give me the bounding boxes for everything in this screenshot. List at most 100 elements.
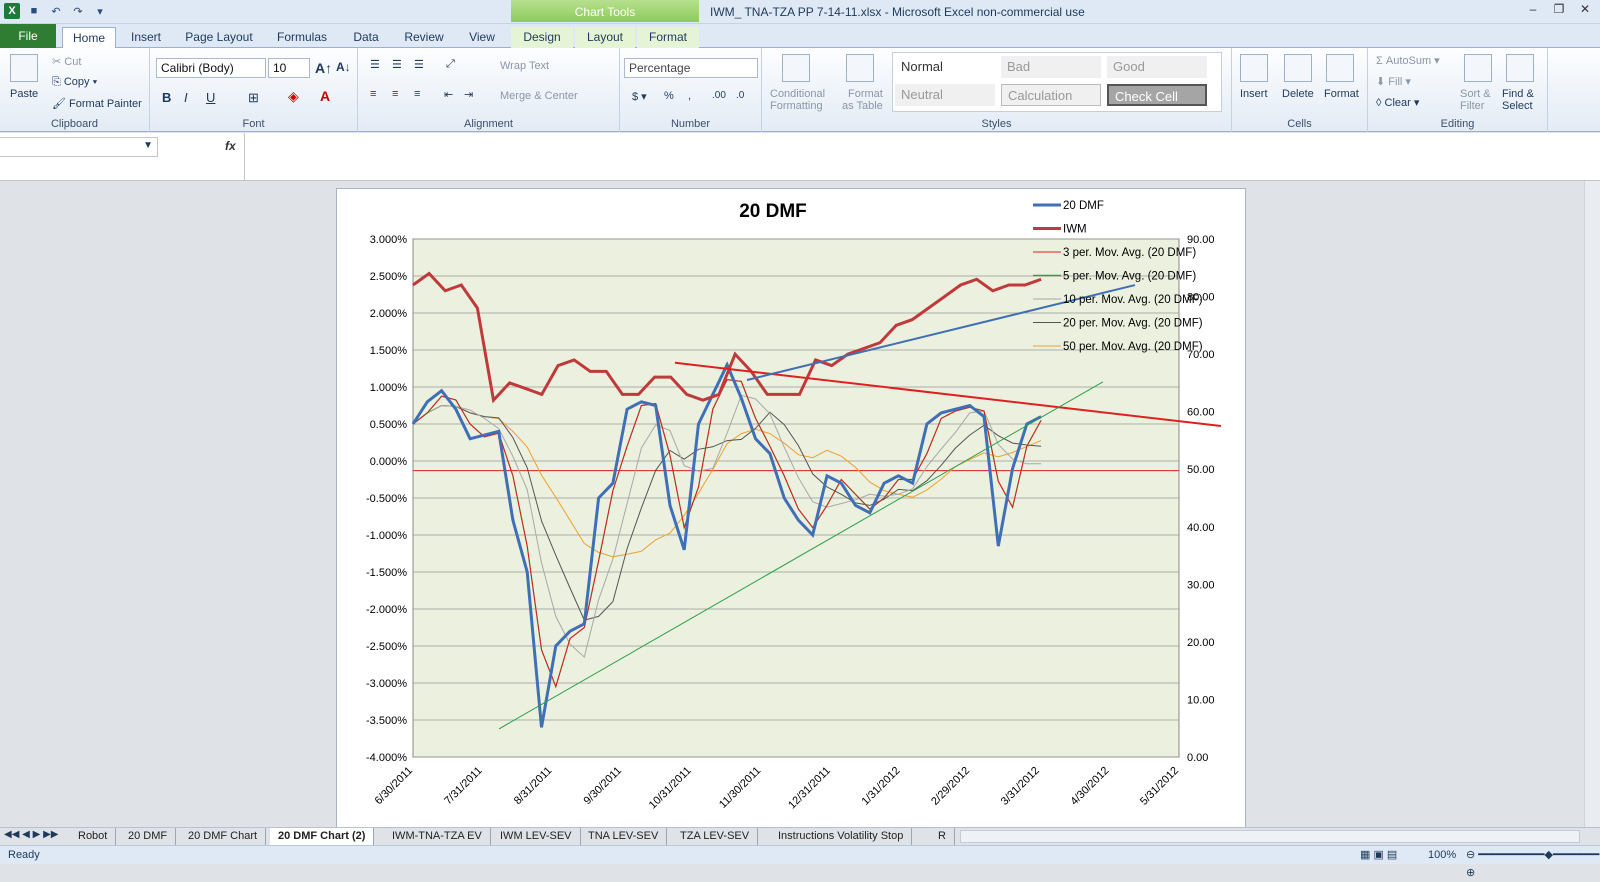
excel-icon[interactable]: X: [4, 3, 20, 19]
chart-svg[interactable]: 3.000% 2.500% 2.000% 1.500% 1.000% 0.500% 0.00…: [337, 189, 1246, 828]
tab-insert[interactable]: Insert: [120, 27, 172, 48]
bold-icon[interactable]: B: [162, 90, 171, 105]
tab-view[interactable]: View: [460, 27, 504, 48]
format-as-table-label-1[interactable]: Format: [848, 88, 883, 100]
align-top-icon[interactable]: ☰: [370, 58, 380, 71]
conditional-label-2[interactable]: Formatting: [770, 100, 823, 112]
increase-decimal-icon[interactable]: .00: [712, 90, 726, 101]
align-left-icon[interactable]: ≡: [370, 88, 376, 100]
horizontal-scrollbar[interactable]: [960, 830, 1580, 843]
sheet-tab-iwm-tna-tza-ev[interactable]: IWM-TNA-TZA EV: [384, 828, 491, 845]
delete-cells-icon[interactable]: [1284, 54, 1312, 82]
insert-cells-icon[interactable]: [1240, 54, 1268, 82]
orientation-icon[interactable]: ⤢: [446, 58, 455, 71]
tab-data[interactable]: Data: [344, 27, 388, 48]
style-bad[interactable]: Bad: [1001, 56, 1101, 78]
style-neutral[interactable]: Neutral: [895, 84, 995, 106]
decrease-indent-icon[interactable]: ⇤: [444, 88, 453, 101]
conditional-formatting-icon[interactable]: [782, 54, 810, 82]
format-button[interactable]: Format: [1324, 88, 1359, 100]
sheet-tab-robot[interactable]: Robot: [70, 828, 117, 845]
find-label[interactable]: Find &: [1502, 88, 1534, 100]
format-cells-icon[interactable]: [1326, 54, 1354, 82]
fx-icon[interactable]: fx: [225, 139, 236, 153]
minimize-icon[interactable]: –: [1526, 2, 1540, 16]
find-select-icon[interactable]: [1506, 54, 1534, 82]
zoom-slider[interactable]: ⊖ ━━━━━━━━━━◆━━━━━━━ ⊕: [1466, 846, 1600, 882]
sheet-tab-instructions[interactable]: Instructions Volatility Stop: [770, 828, 913, 845]
filter-label[interactable]: Filter: [1460, 100, 1484, 112]
autosum-button[interactable]: Σ AutoSum ▾: [1376, 54, 1440, 67]
format-as-table-label-2[interactable]: as Table: [842, 100, 883, 112]
tab-review[interactable]: Review: [398, 27, 450, 48]
font-color-icon[interactable]: A: [320, 88, 330, 104]
percent-icon[interactable]: %: [664, 90, 674, 102]
align-right-icon[interactable]: ≡: [414, 88, 420, 100]
restore-icon[interactable]: ❐: [1552, 2, 1566, 16]
align-middle-icon[interactable]: ☰: [392, 58, 402, 71]
borders-icon[interactable]: ⊞: [248, 90, 259, 106]
sheet-tab-iwm-lev-sev[interactable]: IWM LEV-SEV: [492, 828, 581, 845]
italic-icon[interactable]: I: [184, 90, 188, 105]
font-name-select[interactable]: Calibri (Body): [156, 58, 266, 78]
format-as-table-icon[interactable]: [846, 54, 874, 82]
zoom-level[interactable]: 100%: [1428, 846, 1456, 864]
tab-formulas[interactable]: Formulas: [270, 27, 334, 48]
sheet-tab-tna-lev-sev[interactable]: TNA LEV-SEV: [580, 828, 668, 845]
grow-font-icon[interactable]: A↑: [315, 60, 332, 76]
sort-label[interactable]: Sort &: [1460, 88, 1491, 100]
align-center-icon[interactable]: ≡: [392, 88, 398, 100]
copy-button[interactable]: ⎘ Copy ▾: [52, 76, 97, 89]
comma-icon[interactable]: ,: [688, 90, 691, 102]
vertical-scrollbar[interactable]: [1584, 181, 1600, 827]
underline-icon[interactable]: U: [206, 90, 215, 105]
tab-home[interactable]: Home: [62, 27, 116, 49]
view-buttons-icon[interactable]: ▦ ▣ ▤: [1360, 846, 1397, 864]
tab-design[interactable]: Design: [511, 27, 573, 48]
chart-sheet[interactable]: 3.000% 2.500% 2.000% 1.500% 1.000% 0.500% 0.00…: [336, 188, 1246, 828]
sort-filter-icon[interactable]: [1464, 54, 1492, 82]
fill-button[interactable]: ⬇ Fill ▾: [1376, 75, 1411, 88]
format-painter-button[interactable]: 🖌 Format Painter: [52, 97, 142, 110]
sheet-tab-tza-lev-sev[interactable]: TZA LEV-SEV: [672, 828, 759, 845]
sheet-nav-icons[interactable]: ◀◀ ◀ ▶ ▶▶: [4, 829, 58, 840]
conditional-label-1[interactable]: Conditional: [770, 88, 825, 100]
sheet-tab-r[interactable]: R: [930, 828, 955, 845]
paste-icon[interactable]: [10, 54, 38, 82]
currency-icon[interactable]: $ ▾: [632, 90, 647, 103]
formula-input[interactable]: [244, 133, 1584, 181]
select-label[interactable]: Select: [1502, 100, 1533, 112]
insert-button[interactable]: Insert: [1240, 88, 1268, 100]
font-size-select[interactable]: 10: [268, 58, 310, 78]
close-icon[interactable]: ✕: [1578, 2, 1592, 16]
sheet-tab-20dmf-chart[interactable]: 20 DMF Chart: [180, 828, 267, 845]
name-box[interactable]: ▼: [0, 137, 158, 157]
style-good[interactable]: Good: [1107, 56, 1207, 78]
decrease-decimal-icon[interactable]: .0: [736, 90, 744, 101]
clear-button[interactable]: ◊ Clear ▾: [1376, 96, 1419, 109]
sheet-tab-20dmf[interactable]: 20 DMF: [120, 828, 177, 845]
align-bottom-icon[interactable]: ☰: [414, 58, 424, 71]
wrap-text-button[interactable]: Wrap Text: [500, 60, 549, 72]
save-icon[interactable]: ■: [26, 3, 42, 19]
style-calculation[interactable]: Calculation: [1001, 84, 1101, 106]
paste-button[interactable]: Paste: [10, 88, 38, 100]
fill-color-icon[interactable]: ◈: [288, 88, 299, 105]
tab-format[interactable]: Format: [637, 27, 699, 48]
delete-button[interactable]: Delete: [1282, 88, 1314, 100]
shrink-font-icon[interactable]: A↓: [336, 60, 351, 74]
tab-page-layout[interactable]: Page Layout: [178, 27, 260, 48]
merge-center-button[interactable]: Merge & Center: [500, 90, 578, 102]
style-check-cell[interactable]: Check Cell: [1107, 84, 1207, 106]
tab-file[interactable]: File: [0, 24, 56, 48]
tab-layout[interactable]: Layout: [575, 27, 635, 48]
redo-icon[interactable]: ↷: [70, 3, 86, 19]
number-format-select[interactable]: Percentage: [624, 58, 758, 78]
customize-qat-icon[interactable]: ▾: [92, 3, 108, 19]
undo-icon[interactable]: ↶: [48, 3, 64, 19]
sheet-tab-20dmf-chart-2[interactable]: 20 DMF Chart (2): [270, 828, 375, 845]
increase-indent-icon[interactable]: ⇥: [464, 88, 473, 101]
style-normal[interactable]: Normal: [895, 56, 995, 78]
namebox-dropdown-icon[interactable]: ▼: [143, 140, 153, 151]
cut-button[interactable]: ✂ Cut: [52, 55, 81, 68]
